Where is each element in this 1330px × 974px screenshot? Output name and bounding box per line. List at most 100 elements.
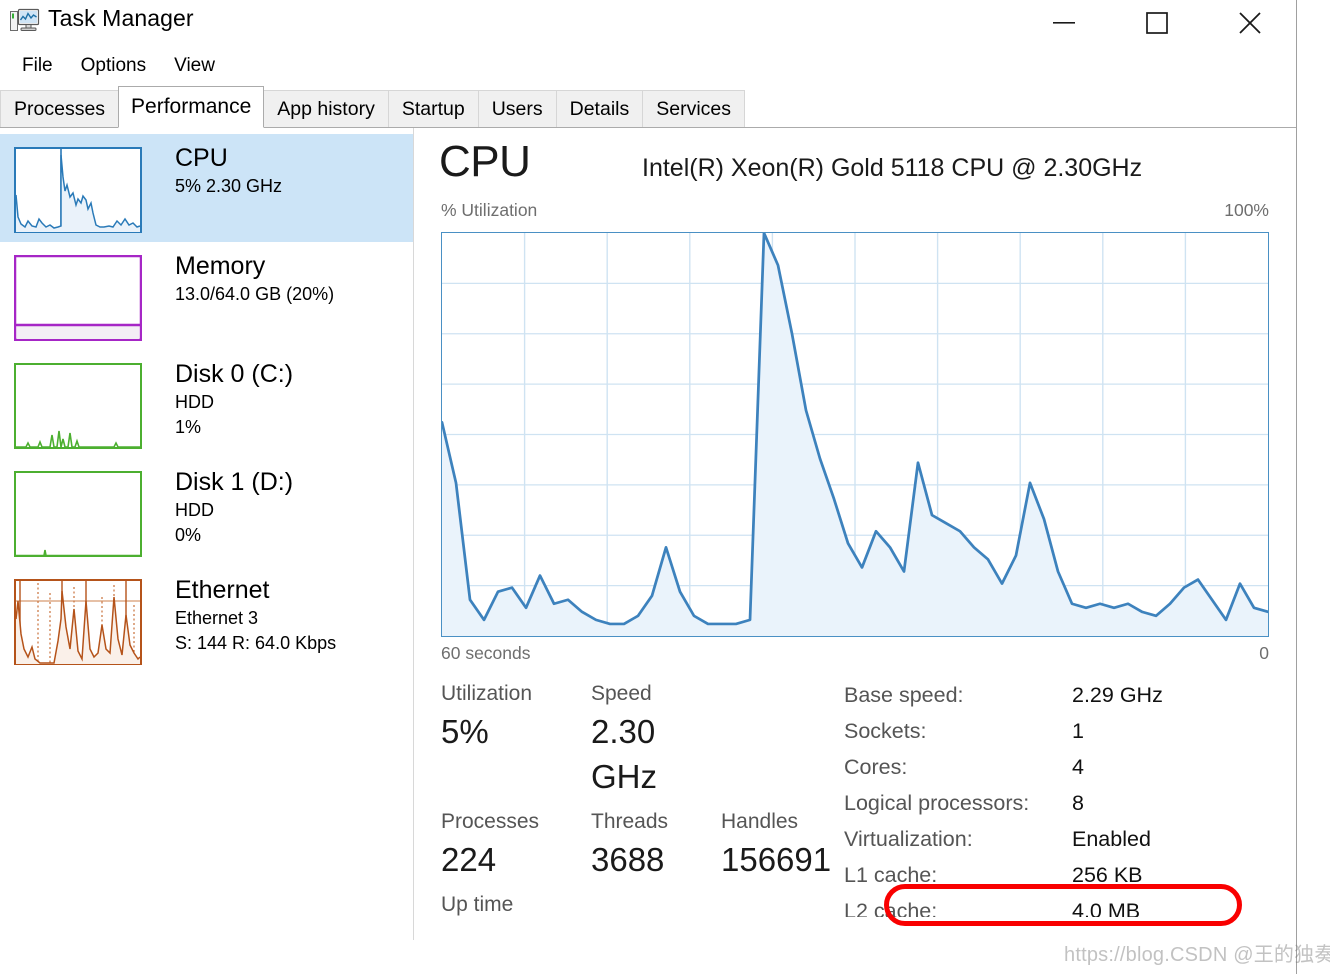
sidebar-cpu-name: CPU [175, 144, 228, 172]
cpu-graph-svg [442, 233, 1268, 636]
tabstrip: Processes Performance App history Startu… [0, 86, 1296, 128]
menubar: File Options View [0, 46, 1296, 86]
sidebar-ethernet-adapter: Ethernet 3 [175, 608, 259, 628]
sidebar-ethernet-throughput: S: 144 R: 64.0 Kbps [175, 633, 337, 653]
page-title: CPU [439, 137, 531, 186]
stat-group-processes-threads-handles: Processes Threads Handles 224 3688 15669… [441, 807, 844, 882]
cpu-stats: Utilization Speed 5% 2.30 GHz Processes [414, 679, 1296, 928]
tab-processes[interactable]: Processes [0, 90, 120, 128]
disk0-thumbnail-graph [14, 363, 142, 449]
cpu-model-name: Intel(R) Xeon(R) Gold 5118 CPU @ 2.30GHz [642, 154, 1143, 182]
spec-row-l1-cache: L1 cache: 256 KB [844, 863, 1296, 899]
graph-top-axis: % Utilization 100% [441, 200, 1269, 228]
graph-y-axis-label: % Utilization [441, 200, 538, 220]
spec-value-logical-processors: 8 [1072, 791, 1084, 815]
close-button[interactable] [1203, 0, 1296, 46]
screenshot-root: Task Manager File Options View Processes… [0, 0, 1330, 974]
spec-key-cores: Cores: [844, 755, 908, 779]
minimize-button[interactable] [1017, 0, 1110, 46]
cpu-header: CPU Intel(R) Xeon(R) Gold 5118 CPU @ 2.3… [414, 128, 1296, 200]
tab-details[interactable]: Details [555, 90, 644, 128]
stat-group-uptime: Up time [441, 890, 844, 920]
value-threads: 3688 [591, 841, 665, 878]
sidebar-cpu-detail: 5% 2.30 GHz [175, 176, 283, 196]
spec-key-sockets: Sockets: [844, 719, 927, 743]
stat-group-utilization-speed: Utilization Speed 5% 2.30 GHz [441, 679, 844, 799]
label-utilization: Utilization [441, 682, 533, 705]
background-window [1296, 0, 1330, 974]
window-title: Task Manager [48, 5, 194, 31]
graph-y-axis-max: 100% [1224, 200, 1269, 220]
spec-value-cores: 4 [1072, 755, 1084, 779]
task-manager-icon [10, 7, 40, 35]
spec-row-virtualization: Virtualization: Enabled [844, 827, 1296, 863]
window-controls [1017, 0, 1296, 46]
value-processes: 224 [441, 841, 497, 878]
maximize-button[interactable] [1110, 0, 1203, 46]
sidebar-disk0-usage: 1% [175, 417, 202, 437]
label-up-time: Up time [441, 893, 514, 916]
performance-sidebar: CPU 5% 2.30 GHz Memory 13.0/64.0 GB (20%… [0, 128, 414, 940]
menu-item-view[interactable]: View [160, 52, 229, 80]
sidebar-ethernet-name: Ethernet [175, 576, 270, 604]
spec-row-base-speed: Base speed: 2.29 GHz [844, 683, 1296, 719]
sidebar-ethernet-text: Ethernet Ethernet 3 S: 144 R: 64.0 Kbps [175, 575, 336, 656]
sidebar-memory-detail: 13.0/64.0 GB (20%) [175, 284, 335, 304]
spec-key-virtualization: Virtualization: [844, 827, 973, 851]
menu-item-options[interactable]: Options [67, 52, 160, 80]
disk1-thumbnail-graph [14, 471, 142, 557]
spec-key-base-speed: Base speed: [844, 683, 964, 707]
graph-x-axis-start: 60 seconds [441, 643, 531, 663]
sidebar-disk1-text: Disk 1 (D:) HDD 0% [175, 467, 293, 548]
graph-bottom-axis: 60 seconds 0 [441, 643, 1269, 677]
sidebar-item-disk-1[interactable]: Disk 1 (D:) HDD 0% [0, 458, 413, 566]
graph-x-axis-end: 0 [1259, 643, 1269, 663]
spec-value-base-speed: 2.29 GHz [1072, 683, 1163, 707]
sidebar-item-ethernet[interactable]: Ethernet Ethernet 3 S: 144 R: 64.0 Kbps [0, 566, 413, 674]
tab-performance[interactable]: Performance [118, 86, 265, 128]
label-speed: Speed [591, 682, 652, 705]
sidebar-disk0-text: Disk 0 (C:) HDD 1% [175, 359, 293, 440]
spec-value-l1-cache: 256 KB [1072, 863, 1143, 887]
content-area: CPU 5% 2.30 GHz Memory 13.0/64.0 GB (20%… [0, 128, 1296, 940]
spec-row-sockets: Sockets: 1 [844, 719, 1296, 755]
spec-value-sockets: 1 [1072, 719, 1084, 743]
sidebar-disk1-type: HDD [175, 500, 214, 520]
value-utilization: 5% [441, 713, 489, 750]
label-processes: Processes [441, 810, 540, 833]
ethernet-thumbnail-graph [14, 579, 142, 665]
titlebar: Task Manager [0, 0, 1296, 46]
tab-users[interactable]: Users [477, 90, 557, 128]
sidebar-cpu-text: CPU 5% 2.30 GHz [175, 143, 282, 199]
spec-row-l2-cache: L2 cache: 4.0 MB [844, 899, 1296, 917]
cpu-detail-panel: CPU Intel(R) Xeon(R) Gold 5118 CPU @ 2.3… [414, 128, 1296, 940]
sidebar-memory-name: Memory [175, 252, 266, 280]
spec-row-cores: Cores: 4 [844, 755, 1296, 791]
sidebar-item-disk-0[interactable]: Disk 0 (C:) HDD 1% [0, 350, 413, 458]
sidebar-disk0-name: Disk 0 (C:) [175, 360, 294, 388]
sidebar-disk1-usage: 0% [175, 525, 202, 545]
spec-value-l2-cache: 4.0 MB [1072, 899, 1141, 917]
value-speed: 2.30 GHz [591, 713, 657, 795]
tab-startup[interactable]: Startup [387, 90, 479, 128]
spec-key-l1-cache: L1 cache: [844, 863, 938, 887]
cpu-specs-list: Base speed: 2.29 GHz Sockets: 1 Cores: 4 [844, 679, 1296, 928]
spec-row-logical-processors: Logical processors: 8 [844, 791, 1296, 827]
tab-app-history[interactable]: App history [263, 90, 389, 128]
memory-thumbnail-graph [14, 255, 142, 341]
spec-key-logical-processors: Logical processors: [844, 791, 1030, 815]
sidebar-disk1-name: Disk 1 (D:) [175, 468, 294, 496]
cpu-stats-left: Utilization Speed 5% 2.30 GHz Processes [414, 679, 844, 928]
sidebar-item-cpu[interactable]: CPU 5% 2.30 GHz [0, 134, 413, 242]
sidebar-item-memory[interactable]: Memory 13.0/64.0 GB (20%) [0, 242, 413, 350]
cpu-utilization-graph [441, 232, 1269, 637]
spec-value-virtualization: Enabled [1072, 827, 1151, 851]
menu-item-file[interactable]: File [8, 52, 67, 80]
tab-services[interactable]: Services [642, 90, 746, 128]
cpu-thumbnail-graph [14, 147, 142, 233]
task-manager-window: Task Manager File Options View Processes… [0, 0, 1297, 974]
label-threads: Threads [591, 810, 669, 833]
spec-key-l2-cache: L2 cache: [844, 899, 938, 917]
sidebar-memory-text: Memory 13.0/64.0 GB (20%) [175, 251, 334, 307]
sidebar-disk0-type: HDD [175, 392, 214, 412]
